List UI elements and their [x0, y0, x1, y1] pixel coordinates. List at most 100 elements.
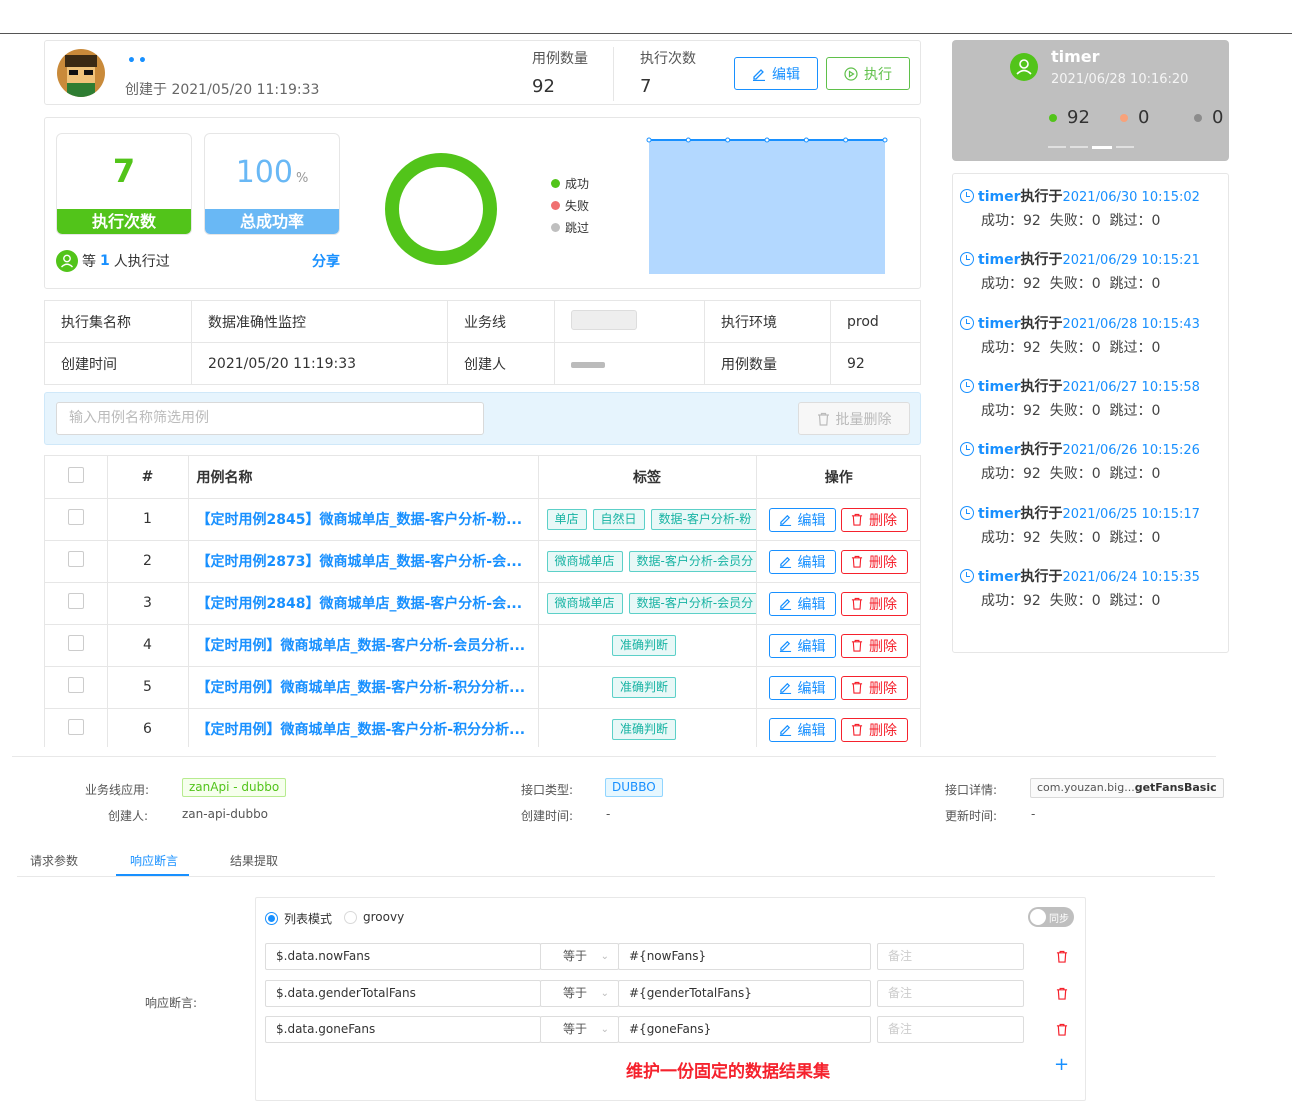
assert-operator-select[interactable]: 等于 ⌄ — [540, 943, 619, 970]
table-row[interactable]: 1 【定时用例2845】微商城单店_数据-客户分析-粉... 单店 自然日 数据-客户分… — [45, 498, 920, 541]
case-name-link[interactable]: 【定时用例】微商城单店_数据-客户分析-会员分析... — [189, 635, 531, 655]
row-select-cell[interactable] — [45, 540, 108, 583]
mode-groovy-radio[interactable]: groovy — [344, 910, 404, 924]
case-name-cell[interactable]: 【定时用例】微商城单店_数据-客户分析-会员分析... — [188, 624, 539, 667]
row-edit-button[interactable]: 编辑 — [768, 507, 836, 532]
actions-cell: 编辑 删除 — [756, 708, 920, 747]
row-select-cell[interactable] — [45, 582, 108, 625]
row-checkbox[interactable] — [67, 509, 84, 525]
assert-expect-input[interactable]: #{nowFans} — [618, 943, 871, 970]
exec-stat-value: 7 — [112, 152, 136, 190]
row-select-cell[interactable] — [45, 498, 108, 541]
table-row[interactable]: 6 【定时用例】微商城单店_数据-客户分析-积分分析... 准确判断 编辑 删除 — [45, 708, 920, 747]
select-all-checkbox[interactable] — [67, 466, 84, 483]
timer-card[interactable]: timer 2021/06/28 10:16:20 92 0 0 — [952, 40, 1229, 161]
timeline-item: timer执行于2021/06/26 10:15:26 成功：92 失败：0 跳过… — [960, 439, 1200, 483]
row-edit-button[interactable]: 编辑 — [768, 675, 836, 700]
info-label-ctime: 创建时间 — [44, 342, 192, 385]
delete-icon[interactable] — [1056, 987, 1068, 1000]
table-row[interactable]: 5 【定时用例】微商城单店_数据-客户分析-积分分析... 准确判断 编辑 删除 — [45, 666, 920, 709]
timeline-user[interactable]: timer — [978, 189, 1020, 205]
row-checkbox[interactable] — [67, 551, 84, 567]
row-checkbox[interactable] — [67, 719, 84, 735]
row-edit-button[interactable]: 编辑 — [768, 717, 836, 742]
donut-success-ring — [385, 153, 497, 265]
tag: 微商城单店 — [546, 592, 623, 614]
row-select-cell[interactable] — [45, 666, 108, 709]
edit-icon — [779, 598, 791, 610]
case-name-cell[interactable]: 【定时用例】微商城单店_数据-客户分析-积分分析... — [188, 666, 539, 709]
case-name-link[interactable]: 【定时用例2848】微商城单店_数据-客户分析-会... — [189, 593, 531, 613]
avatar[interactable] — [57, 49, 105, 97]
exec-count-label: 执行次数 — [640, 51, 696, 67]
row-delete-button[interactable]: 删除 — [840, 549, 908, 574]
trash-icon — [851, 597, 863, 610]
table-row[interactable]: 4 【定时用例】微商城单店_数据-客户分析-会员分析... 准确判断 编辑 删除 — [45, 624, 920, 667]
batch-delete-button[interactable]: 批量删除 — [798, 402, 910, 435]
assert-path-input[interactable]: $.data.goneFans — [265, 1016, 541, 1043]
case-name-link[interactable]: 【定时用例】微商城单店_数据-客户分析-积分分析... — [189, 719, 531, 739]
redacted-biz — [571, 309, 637, 330]
assert-operator-select[interactable]: 等于 ⌄ — [540, 979, 619, 1007]
select-all-cell[interactable] — [45, 456, 108, 499]
delete-icon[interactable] — [1056, 1023, 1068, 1036]
mode-list-radio[interactable]: 列表模式 — [265, 910, 332, 927]
assert-expect-input[interactable]: #{genderTotalFans} — [618, 979, 871, 1007]
row-no: 4 — [107, 624, 189, 667]
tab-response-assert[interactable]: 响应断言 — [130, 852, 178, 869]
timeline-time: 2021/06/25 10:15:17 — [1062, 506, 1200, 522]
row-select-cell[interactable] — [45, 624, 108, 667]
timeline-user[interactable]: timer — [978, 506, 1020, 522]
row-checkbox[interactable] — [67, 593, 84, 609]
timeline-user[interactable]: timer — [978, 316, 1020, 332]
case-name-cell[interactable]: 【定时用例2845】微商城单店_数据-客户分析-粉... — [188, 498, 539, 541]
assert-note-input[interactable]: 备注 — [877, 943, 1024, 970]
case-name-cell[interactable]: 【定时用例】微商城单店_数据-客户分析-积分分析... — [188, 708, 539, 747]
row-edit-button[interactable]: 编辑 — [768, 591, 836, 616]
row-delete-button[interactable]: 删除 — [840, 675, 908, 700]
case-name-link[interactable]: 【定时用例2873】微商城单店_数据-客户分析-会... — [189, 551, 531, 571]
row-edit-label: 编辑 — [797, 722, 826, 739]
timeline-result: 成功：92 失败：0 跳过：0 — [981, 339, 1161, 356]
timeline-user[interactable]: timer — [978, 252, 1020, 268]
tab-result-extract[interactable]: 结果提取 — [230, 852, 278, 869]
edit-button[interactable]: 编辑 — [734, 57, 818, 90]
assert-path-input[interactable]: $.data.nowFans — [265, 943, 541, 970]
assert-operator-select[interactable]: 等于 ⌄ — [540, 1016, 619, 1043]
row-delete-button[interactable]: 删除 — [840, 633, 908, 658]
assert-path-input[interactable]: $.data.genderTotalFans — [265, 979, 541, 1007]
add-assert-icon[interactable]: + — [1054, 1054, 1069, 1075]
case-name-cell[interactable]: 【定时用例2848】微商城单店_数据-客户分析-会... — [188, 582, 539, 625]
case-filter-input[interactable]: 输入用例名称筛选用例 — [56, 402, 484, 435]
row-delete-button[interactable]: 删除 — [840, 507, 908, 532]
delete-icon[interactable] — [1056, 950, 1068, 963]
row-checkbox[interactable] — [67, 635, 84, 651]
tab-request-params[interactable]: 请求参数 — [30, 852, 78, 869]
sync-toggle[interactable]: 同步 — [1028, 907, 1074, 927]
row-delete-button[interactable]: 删除 — [840, 717, 908, 742]
row-edit-button[interactable]: 编辑 — [768, 633, 836, 658]
row-checkbox[interactable] — [67, 677, 84, 693]
timeline-time: 2021/06/26 10:15:26 — [1062, 443, 1200, 459]
table-row[interactable]: 3 【定时用例2848】微商城单店_数据-客户分析-会... 微商城单店 数据-客户分… — [45, 582, 920, 625]
case-name-link[interactable]: 【定时用例】微商城单店_数据-客户分析-积分分析... — [189, 677, 531, 697]
row-select-cell[interactable] — [45, 708, 108, 747]
assert-note-input[interactable]: 备注 — [877, 979, 1024, 1007]
timeline-user[interactable]: timer — [978, 569, 1020, 585]
timeline-user[interactable]: timer — [978, 442, 1020, 458]
api-detail-tag[interactable]: com.youzan.big...getFansBasic — [1030, 778, 1224, 798]
assert-expect-input[interactable]: #{goneFans} — [618, 1016, 871, 1043]
case-name-link[interactable]: 【定时用例2845】微商城单店_数据-客户分析-粉... — [189, 509, 531, 529]
assert-note-input[interactable]: 备注 — [877, 1016, 1024, 1043]
batch-delete-label: 批量删除 — [835, 411, 892, 428]
row-delete-button[interactable]: 删除 — [840, 591, 908, 616]
timeline-user[interactable]: timer — [978, 379, 1020, 395]
header-card: •• 创建于 2021/05/20 11:19:33 用例数量 92 执行次数 … — [44, 40, 921, 105]
carousel-dots[interactable] — [1048, 146, 1134, 149]
case-name-cell[interactable]: 【定时用例2873】微商城单店_数据-客户分析-会... — [188, 540, 539, 583]
table-row[interactable]: 2 【定时用例2873】微商城单店_数据-客户分析-会... 微商城单店 数据-客户分… — [45, 540, 920, 583]
rate-stat-box: 100% 总成功率 — [204, 133, 340, 235]
row-edit-button[interactable]: 编辑 — [768, 549, 836, 574]
share-link[interactable]: 分享 — [312, 251, 340, 271]
run-button[interactable]: 执行 — [826, 57, 910, 90]
